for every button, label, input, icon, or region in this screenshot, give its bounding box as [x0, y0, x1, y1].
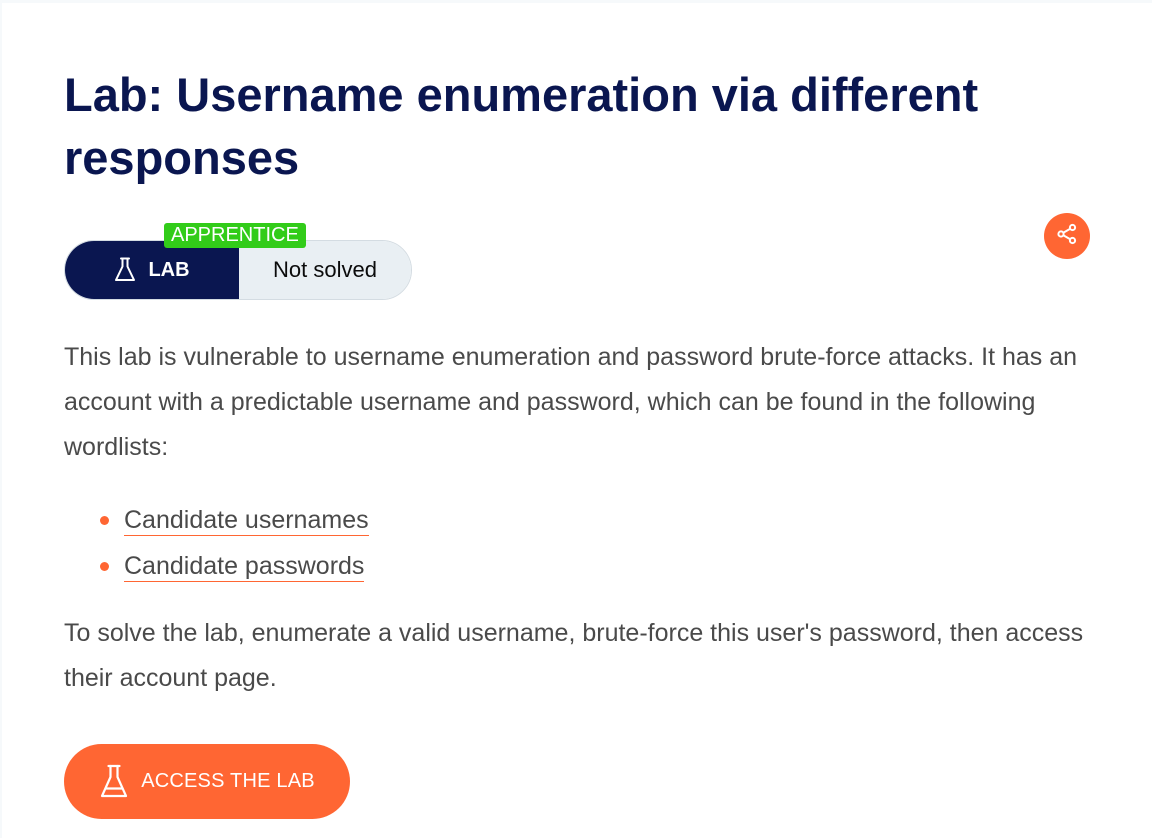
wordlist-links: Candidate usernames Candidate passwords [98, 497, 369, 589]
level-badge: APPRENTICE [164, 223, 306, 248]
candidate-passwords-link[interactable]: Candidate passwords [124, 552, 365, 582]
lab-type-text: LAB [148, 258, 190, 281]
share-button[interactable] [1044, 213, 1090, 259]
candidate-usernames-link[interactable]: Candidate usernames [124, 506, 369, 536]
access-lab-button[interactable]: ACCESS THE LAB [64, 744, 350, 819]
lab-status-pill: LAB Not solved [64, 240, 412, 300]
solve-status: Not solved [239, 241, 411, 299]
access-lab-label: ACCESS THE LAB [141, 770, 315, 792]
lab-description: This lab is vulnerable to username enume… [64, 343, 1078, 461]
list-item: Candidate passwords [98, 543, 369, 589]
lab-page: Lab: Username enumeration via different … [2, 3, 1152, 838]
lab-goal: To solve the lab, enumerate a valid user… [64, 619, 1084, 692]
lab-type-label: LAB [65, 241, 239, 299]
share-icon [1056, 223, 1078, 250]
bullet-dot [100, 562, 109, 571]
page-title: Lab: Username enumeration via different … [64, 68, 979, 184]
flask-icon [114, 257, 136, 283]
bullet-dot [100, 516, 109, 525]
flask-icon [99, 764, 129, 800]
list-item: Candidate usernames [98, 497, 369, 543]
